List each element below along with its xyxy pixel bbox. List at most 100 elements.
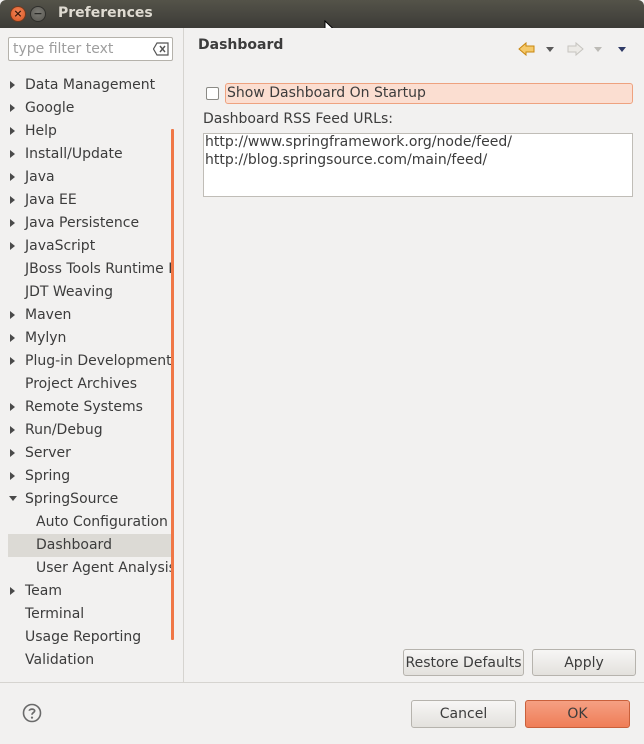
- rss-url-line: http://blog.springsource.com/main/feed/: [205, 152, 488, 168]
- tree-item-label: Dashboard: [36, 537, 112, 553]
- apply-button[interactable]: Apply: [532, 649, 636, 676]
- tree-item-label: JBoss Tools Runtime Detection: [25, 261, 172, 277]
- tree-item[interactable]: Java EE: [8, 189, 172, 212]
- tree-item[interactable]: Java Persistence: [8, 212, 172, 235]
- tree-item-label: Data Management: [25, 77, 156, 93]
- tree-item[interactable]: JDT Weaving: [8, 281, 172, 304]
- back-menu-chevron-down-icon[interactable]: [546, 47, 554, 53]
- tree-item[interactable]: Run/Debug: [8, 419, 172, 442]
- rss-feed-urls-label: Dashboard RSS Feed URLs:: [203, 111, 393, 127]
- collapsed-triangle-icon[interactable]: [8, 166, 18, 189]
- tree-item[interactable]: Usage Reporting: [8, 626, 172, 649]
- back-arrow-icon[interactable]: [518, 41, 536, 57]
- tree-item[interactable]: Server: [8, 442, 172, 465]
- page-title: Dashboard: [198, 37, 284, 53]
- tree-item-label: Project Archives: [25, 376, 138, 392]
- tree-item-label: Validation: [25, 652, 95, 668]
- tree-item-label: Mylyn: [25, 330, 67, 346]
- close-icon: ×: [13, 7, 23, 20]
- tree-item[interactable]: Atlassian Connector: [8, 66, 172, 74]
- show-on-startup-label[interactable]: Show Dashboard On Startup: [227, 85, 426, 101]
- preference-page-panel: Dashboard Show Dashboard On Startup Dash…: [185, 28, 644, 682]
- tree-item[interactable]: Validation: [8, 649, 172, 672]
- tree-item[interactable]: Data Management: [8, 74, 172, 97]
- rss-url-line: http://www.springframework.org/node/feed…: [205, 134, 512, 150]
- tree-item[interactable]: Maven: [8, 304, 172, 327]
- tree-item-label: JavaScript: [25, 238, 96, 254]
- dialog-button-bar: Cancel OK: [0, 682, 644, 744]
- tree-item-label: Install/Update: [25, 146, 123, 162]
- restore-defaults-button[interactable]: Restore Defaults: [403, 649, 524, 676]
- minimize-icon: −: [33, 7, 43, 20]
- window-title: Preferences: [58, 5, 153, 21]
- collapsed-triangle-icon[interactable]: [8, 419, 18, 442]
- tree-item-label: Java Persistence: [25, 215, 140, 231]
- expanded-triangle-icon[interactable]: [8, 488, 18, 511]
- tree-item-label: Server: [25, 445, 71, 461]
- tree-item-label: User Agent Analysis: [36, 560, 172, 576]
- tree-child-item[interactable]: Dashboard: [8, 534, 172, 557]
- help-icon[interactable]: [22, 703, 42, 723]
- tree-item-label: Spring: [25, 468, 71, 484]
- tree-item[interactable]: Java: [8, 166, 172, 189]
- tree-item[interactable]: SpringSource: [8, 488, 172, 511]
- collapsed-triangle-icon[interactable]: [8, 235, 18, 258]
- cancel-button[interactable]: Cancel: [411, 700, 516, 728]
- tree-item[interactable]: Team: [8, 580, 172, 603]
- tree-item[interactable]: Remote Systems: [8, 396, 172, 419]
- tree-item-label: Java EE: [25, 192, 77, 208]
- tree-item-label: Run/Debug: [25, 422, 103, 438]
- forward-arrow-icon: [567, 41, 584, 57]
- tree-item[interactable]: Mylyn: [8, 327, 172, 350]
- tree-item-label: Java: [25, 169, 55, 185]
- collapsed-triangle-icon[interactable]: [8, 396, 18, 419]
- tree-item-label: SpringSource: [25, 491, 119, 507]
- rss-feed-urls-textarea[interactable]: http://www.springframework.org/node/feed…: [203, 133, 633, 197]
- tree-item[interactable]: Terminal: [8, 603, 172, 626]
- collapsed-triangle-icon[interactable]: [8, 97, 18, 120]
- collapsed-triangle-icon[interactable]: [8, 212, 18, 235]
- tree-item[interactable]: Help: [8, 120, 172, 143]
- title-bar: × − Preferences: [0, 0, 644, 28]
- minimize-window-button[interactable]: −: [30, 6, 46, 22]
- tree-item-label: Usage Reporting: [25, 629, 142, 645]
- close-window-button[interactable]: ×: [10, 6, 26, 22]
- collapsed-triangle-icon[interactable]: [8, 465, 18, 488]
- tree-item-label: Team: [25, 583, 63, 599]
- tree-item-label: JDT Weaving: [25, 284, 114, 300]
- tree-item[interactable]: JavaScript: [8, 235, 172, 258]
- collapsed-triangle-icon[interactable]: [8, 189, 18, 212]
- collapsed-triangle-icon[interactable]: [8, 350, 18, 373]
- filter-box: [8, 37, 173, 61]
- tree-item[interactable]: Google: [8, 97, 172, 120]
- tree-item-label: Auto Configuration: [36, 514, 168, 530]
- collapsed-triangle-icon[interactable]: [8, 120, 18, 143]
- tree-item-label: Google: [25, 100, 75, 116]
- collapsed-triangle-icon[interactable]: [8, 74, 18, 97]
- tree-item-label: Remote Systems: [25, 399, 143, 415]
- forward-menu-chevron-down-icon: [594, 47, 602, 52]
- tree-item[interactable]: Spring: [8, 465, 172, 488]
- view-menu-chevron-down-icon[interactable]: [618, 47, 626, 53]
- tree-item[interactable]: Install/Update: [8, 143, 172, 166]
- clear-filter-icon[interactable]: [153, 42, 169, 56]
- preferences-tree[interactable]: Atlassian Connector Data Management Google…: [8, 66, 172, 681]
- tree-item-label: Help: [25, 123, 57, 139]
- tree-vertical-scrollbar[interactable]: [171, 129, 174, 640]
- tree-item-label: Plug-in Development: [25, 353, 172, 369]
- collapsed-triangle-icon[interactable]: [8, 66, 18, 74]
- collapsed-triangle-icon[interactable]: [8, 143, 18, 166]
- tree-child-item[interactable]: Auto Configuration: [8, 511, 172, 534]
- collapsed-triangle-icon[interactable]: [8, 304, 18, 327]
- tree-item-label: Maven: [25, 307, 72, 323]
- tree-item[interactable]: Plug-in Development: [8, 350, 172, 373]
- collapsed-triangle-icon[interactable]: [8, 327, 18, 350]
- tree-item[interactable]: JBoss Tools Runtime Detection: [8, 258, 172, 281]
- filter-input[interactable]: [13, 40, 151, 58]
- ok-button[interactable]: OK: [525, 700, 630, 728]
- tree-child-item[interactable]: User Agent Analysis: [8, 557, 172, 580]
- tree-item[interactable]: Project Archives: [8, 373, 172, 396]
- collapsed-triangle-icon[interactable]: [8, 580, 18, 603]
- show-on-startup-checkbox[interactable]: [206, 87, 219, 100]
- collapsed-triangle-icon[interactable]: [8, 442, 18, 465]
